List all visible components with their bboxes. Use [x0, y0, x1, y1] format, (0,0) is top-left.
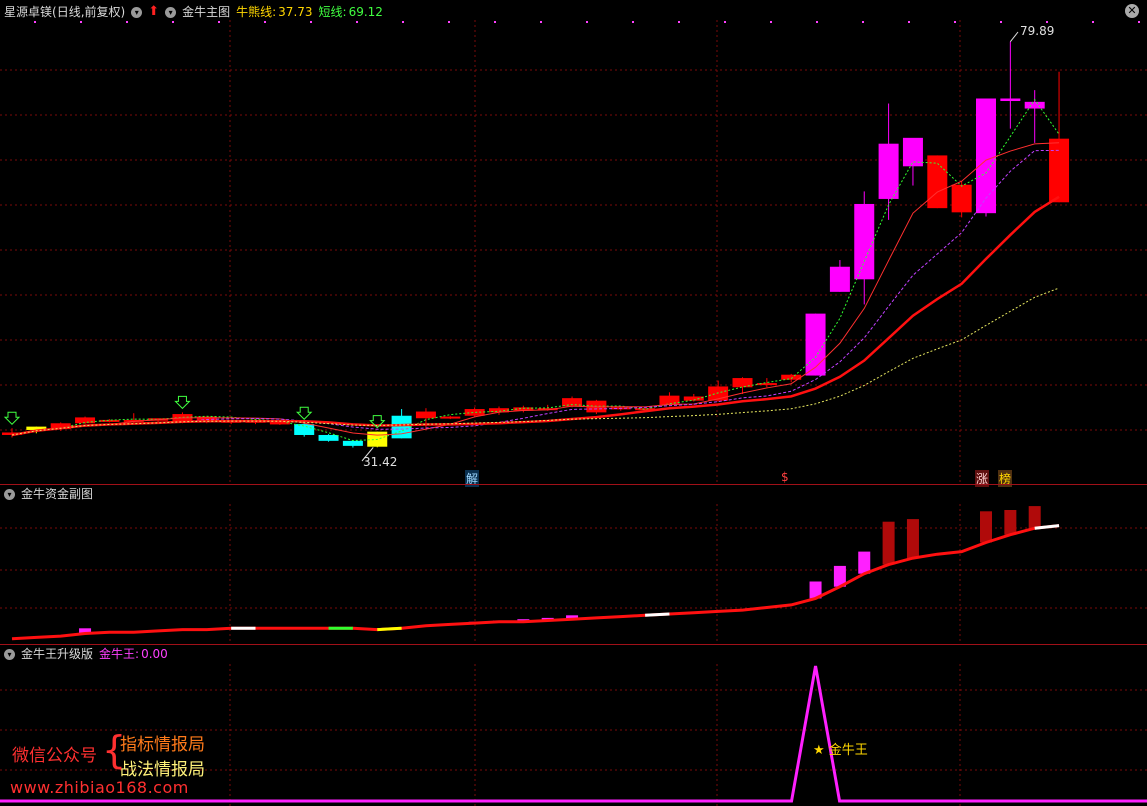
fund-bar: [882, 521, 895, 565]
fund-bar: [1004, 510, 1017, 535]
top-dot: [954, 21, 956, 23]
candle-body: [391, 415, 412, 439]
high-pointer: [1009, 31, 1019, 42]
candle-body: [805, 313, 826, 376]
bull-bear-line: [11, 195, 1060, 437]
top-dot: [540, 21, 542, 23]
candle-body: [318, 434, 339, 441]
candle-body: [75, 417, 96, 424]
sub-panel1-header: ▾ 金牛资金副图: [4, 485, 93, 503]
down-arrow-icon: [295, 406, 313, 420]
top-dot: [1092, 21, 1094, 23]
top-dot: [816, 21, 818, 23]
top-dot: [310, 21, 312, 23]
candle-body: [415, 411, 436, 419]
top-dot: [1046, 21, 1048, 23]
candle-body: [464, 409, 485, 416]
fund-bar: [858, 551, 871, 574]
candle-body: [878, 143, 899, 199]
top-dot: [402, 21, 404, 23]
fund-line-segment: [377, 626, 402, 632]
fund-line: [11, 524, 1060, 641]
top-dot: [770, 21, 772, 23]
top-dot: [586, 21, 588, 23]
top-dot: [862, 21, 864, 23]
watermark-url: www.zhibiao168.com: [10, 778, 189, 797]
watermark-wechat: 微信公众号: [12, 746, 97, 766]
sub-panel1-title[interactable]: 金牛资金副图: [21, 485, 93, 503]
top-dot: [448, 21, 450, 23]
top-dot: [126, 21, 128, 23]
candle-body: [342, 440, 363, 446]
sub-panel2-value: 0.00: [141, 647, 168, 661]
candle-body: [1024, 101, 1045, 109]
chevron-down-icon[interactable]: ▾: [4, 648, 15, 660]
top-dot: [218, 21, 220, 23]
candle-body: [294, 424, 315, 435]
watermark-line2: 战法情报局: [120, 760, 205, 780]
ma-yellow-line: [11, 287, 1060, 436]
down-arrow-icon: [3, 411, 21, 425]
top-dot: [678, 21, 680, 23]
sub-panel2-header: ▾ 金牛王升级版 金牛王: 0.00: [4, 645, 168, 663]
candle-body: [829, 266, 850, 292]
top-dot: [34, 21, 36, 23]
candle-body: [659, 395, 680, 405]
candle-body: [902, 137, 923, 167]
star-signal-label: ★ 金牛王: [813, 743, 868, 758]
top-dot: [1138, 21, 1140, 23]
sub-panel2-title[interactable]: 金牛王升级版: [21, 645, 93, 663]
fund-line-segment: [645, 612, 670, 617]
top-dot: [80, 21, 82, 23]
watermark-line1: 指标情报局: [120, 735, 205, 755]
top-dot: [494, 21, 496, 23]
top-dot: [632, 21, 634, 23]
fund-bar: [906, 519, 919, 559]
high-price-label: 79.89: [1020, 24, 1055, 38]
low-price-label: 31.42: [363, 455, 398, 469]
chevron-down-icon[interactable]: ▾: [4, 488, 15, 500]
main-chart[interactable]: [0, 0, 1147, 806]
ma-short-line: [11, 98, 1060, 442]
panel-separator-1[interactable]: [0, 484, 1147, 485]
fund-bar: [1028, 506, 1041, 529]
candle-body: [440, 416, 461, 419]
candle-body: [1000, 98, 1021, 102]
marker-dollar: $: [781, 470, 789, 484]
top-dot: [908, 21, 910, 23]
candle-body: [976, 98, 996, 214]
top-dot: [1000, 21, 1002, 23]
candle-body: [1049, 138, 1070, 203]
sub-panel2-value-label: 金牛王:: [99, 647, 140, 661]
top-dot: [264, 21, 266, 23]
top-dot: [356, 21, 358, 23]
candle-body: [951, 184, 972, 213]
ma-long-line: [11, 149, 1060, 436]
fund-bar: [980, 511, 992, 543]
top-dot: [724, 21, 726, 23]
top-dot: [172, 21, 174, 23]
down-arrow-icon: [174, 395, 191, 410]
candle-body: [854, 203, 875, 280]
panel-separator-2[interactable]: [0, 644, 1147, 645]
